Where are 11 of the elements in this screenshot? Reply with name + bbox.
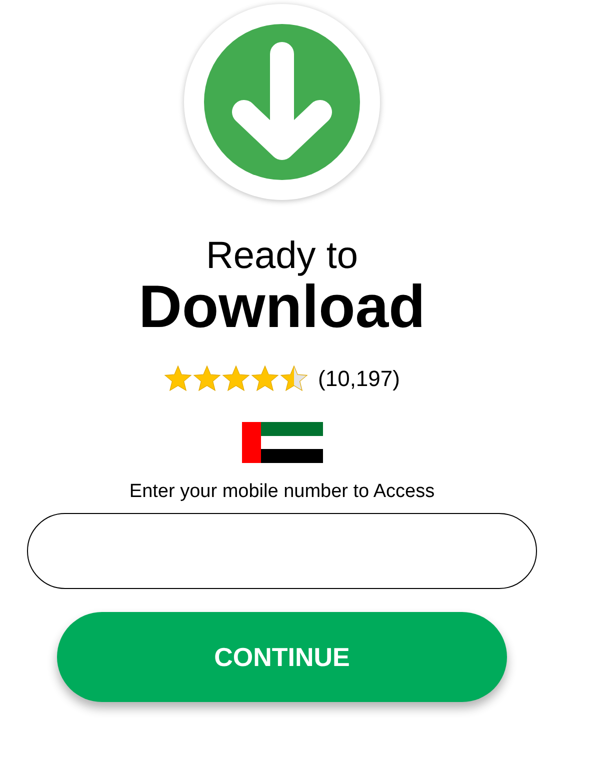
download-icon (204, 24, 360, 180)
prompt-text: Enter your mobile number to Access (129, 481, 435, 503)
rating-count: (10,197) (318, 366, 400, 392)
flag-icon (242, 422, 322, 463)
star-icon (164, 365, 192, 392)
star-icon (280, 365, 308, 392)
heading-line: Ready to (206, 234, 358, 278)
star-icon (222, 365, 250, 392)
continue-button[interactable]: CONTINUE (57, 612, 507, 702)
star-icon (193, 365, 222, 392)
star-icon (251, 365, 280, 392)
